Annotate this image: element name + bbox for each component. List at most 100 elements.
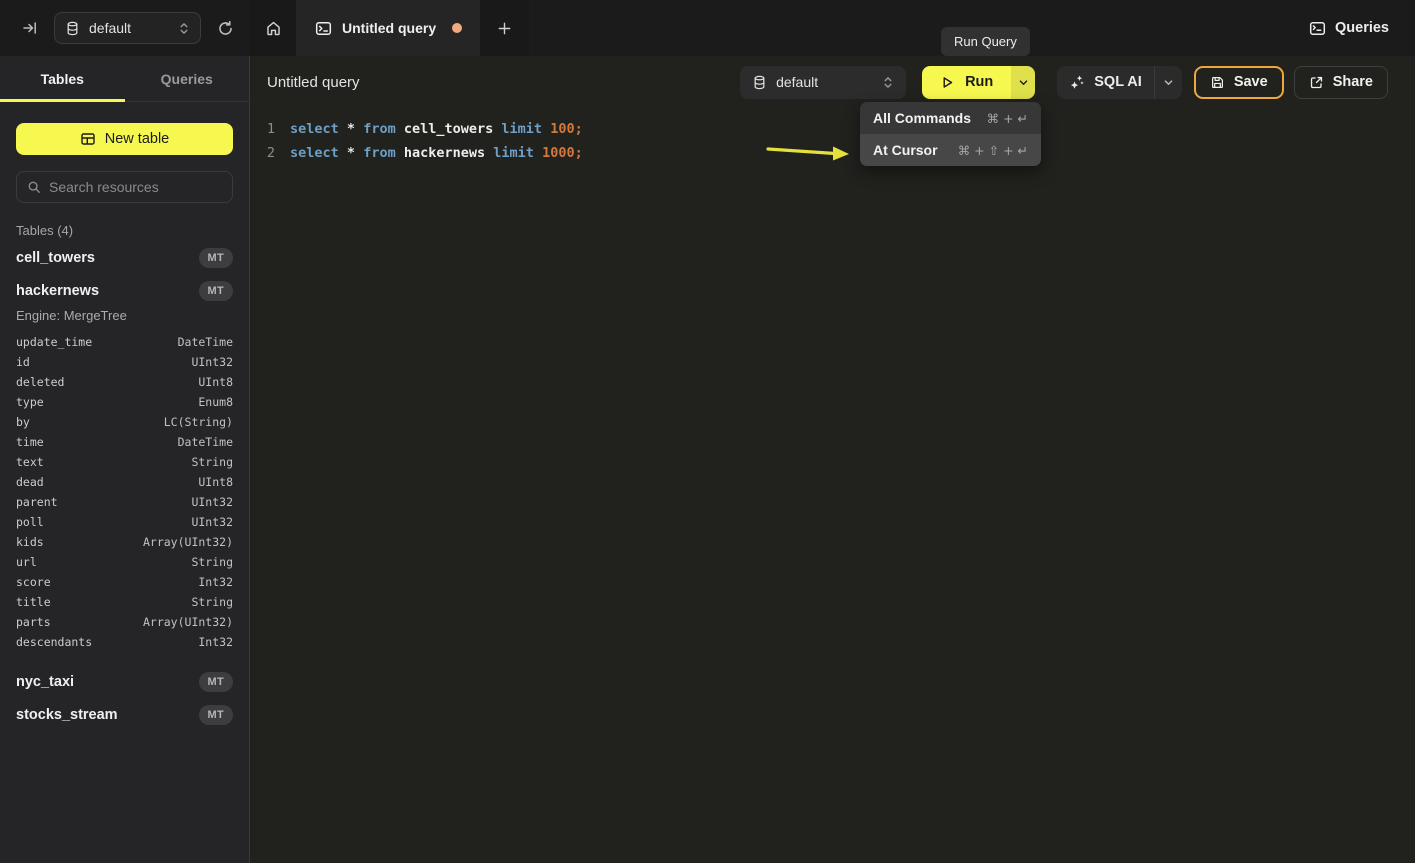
save-button-label: Save <box>1234 74 1268 90</box>
column-row: id UInt32 <box>16 352 233 372</box>
run-split-button: Run <box>922 66 1035 99</box>
column-type: UInt32 <box>191 495 233 509</box>
external-link-icon <box>1309 75 1324 90</box>
topbar-right: Queries <box>1309 0 1415 56</box>
refresh-icon <box>217 20 234 37</box>
collapse-sidebar-icon <box>22 20 38 36</box>
column-row: descendantsInt32 <box>16 632 233 652</box>
column-name: poll <box>16 515 44 529</box>
column-name: type <box>16 395 44 409</box>
column-name: by <box>16 415 30 429</box>
sidebar-tabs: Tables Queries <box>0 56 249 102</box>
query-tab-untitled[interactable]: Untitled query <box>297 0 480 56</box>
menu-item-all-commands[interactable]: All Commands⌘ + ↵ <box>860 102 1041 134</box>
plus-icon <box>497 21 512 36</box>
column-type: LC(String) <box>164 415 233 429</box>
run-button[interactable]: Run <box>922 66 1011 99</box>
column-row: by LC(String) <box>16 412 233 432</box>
column-name: deleted <box>16 375 64 389</box>
column-type: UInt8 <box>198 375 233 389</box>
save-icon <box>1210 75 1225 90</box>
code-line: 2select * from hackernews limit 1000; <box>250 141 1415 165</box>
table-item-stocks_stream[interactable]: stocks_stream MT <box>16 698 233 731</box>
table-name: stocks_stream <box>16 707 118 723</box>
new-table-label: New table <box>105 131 169 147</box>
column-type: Enum8 <box>198 395 233 409</box>
column-row: timeDateTime <box>16 432 233 452</box>
home-tab[interactable] <box>250 0 297 56</box>
column-type: DateTime <box>178 335 233 349</box>
table-name: hackernews <box>16 283 99 299</box>
play-icon <box>940 75 955 90</box>
sidebar: Tables Queries New table Tables (4) cell… <box>0 56 250 863</box>
column-type: String <box>191 455 233 469</box>
engine-badge: MT <box>199 672 233 692</box>
new-tab-button[interactable] <box>480 0 529 56</box>
main-area: Untitled query default <box>250 56 1415 863</box>
sidebar-tab-tables[interactable]: Tables <box>0 56 125 101</box>
save-button[interactable]: Save <box>1194 66 1284 99</box>
topbar-database-selector[interactable]: default <box>54 12 201 44</box>
new-table-button[interactable]: New table <box>16 123 233 155</box>
column-row: url String <box>16 552 233 572</box>
column-name: score <box>16 575 51 589</box>
tab-strip: Untitled query <box>250 0 529 56</box>
code-text: select * from cell_towers limit 100; <box>290 121 583 137</box>
menu-item-label: All Commands <box>873 110 971 126</box>
column-row: type Enum8 <box>16 392 233 412</box>
line-number: 1 <box>250 121 275 137</box>
column-row: scoreInt32 <box>16 572 233 592</box>
table-grid-icon <box>80 131 96 147</box>
terminal-icon <box>1309 20 1326 37</box>
home-icon <box>265 20 282 37</box>
column-row: deadUInt8 <box>16 472 233 492</box>
column-type: UInt32 <box>191 355 233 369</box>
column-name: title <box>16 595 51 609</box>
column-name: dead <box>16 475 44 489</box>
search-icon <box>27 180 41 194</box>
column-name: id <box>16 355 30 369</box>
column-type: String <box>191 555 233 569</box>
table-name: nyc_taxi <box>16 674 74 690</box>
engine-badge: MT <box>199 248 233 268</box>
column-name: url <box>16 555 37 569</box>
column-row: deleted UInt8 <box>16 372 233 392</box>
table-item-cell_towers[interactable]: cell_towersMT <box>16 241 233 274</box>
database-icon <box>752 75 767 90</box>
column-row: parts Array(UInt32) <box>16 612 233 632</box>
search-box <box>16 171 233 203</box>
column-name: descendants <box>16 635 92 649</box>
sql-ai-options-button[interactable] <box>1154 66 1182 99</box>
unsaved-dot <box>452 23 462 33</box>
sql-ai-split-button: SQL AI <box>1057 66 1182 99</box>
sidebar-tab-queries[interactable]: Queries <box>125 56 250 101</box>
database-icon <box>65 21 80 36</box>
sql-editor[interactable]: 1 select * from cell_towers limit 100; 2se… <box>250 108 1415 165</box>
tables-section-header: Tables (4) <box>16 223 233 238</box>
chevron-down-icon <box>1163 77 1174 88</box>
search-input[interactable] <box>49 179 222 195</box>
column-name: kids <box>16 535 44 549</box>
share-button[interactable]: Share <box>1294 66 1388 99</box>
sql-ai-label: SQL AI <box>1094 74 1142 90</box>
table-item-nyc_taxi[interactable]: nyc_taxi MT <box>16 665 233 698</box>
column-name: parts <box>16 615 51 629</box>
column-type: Array(UInt32) <box>143 615 233 629</box>
engine-badge: MT <box>199 705 233 725</box>
sql-ai-button[interactable]: SQL AI <box>1057 74 1154 90</box>
column-row: update_timeDateTime <box>16 332 233 352</box>
table-item-hackernews[interactable]: hackernews MT <box>16 274 233 307</box>
refresh-button[interactable] <box>217 20 234 37</box>
collapse-sidebar-button[interactable] <box>22 20 38 36</box>
query-toolbar: Untitled query default <box>250 56 1415 108</box>
column-row: textString <box>16 452 233 472</box>
query-tab-label: Untitled query <box>342 20 436 36</box>
column-name: time <box>16 435 44 449</box>
menu-item-at-cursor[interactable]: At Cursor⌘ + ⇧ + ↵ <box>860 134 1041 166</box>
queries-button[interactable]: Queries <box>1309 20 1389 37</box>
run-options-menu: All Commands⌘ + ↵At Cursor⌘ + ⇧ + ↵ <box>860 102 1041 166</box>
run-options-button[interactable] <box>1011 66 1035 99</box>
toolbar-database-selector[interactable]: default <box>740 66 906 99</box>
engine-badge: MT <box>199 281 233 301</box>
column-row: titleString <box>16 592 233 612</box>
